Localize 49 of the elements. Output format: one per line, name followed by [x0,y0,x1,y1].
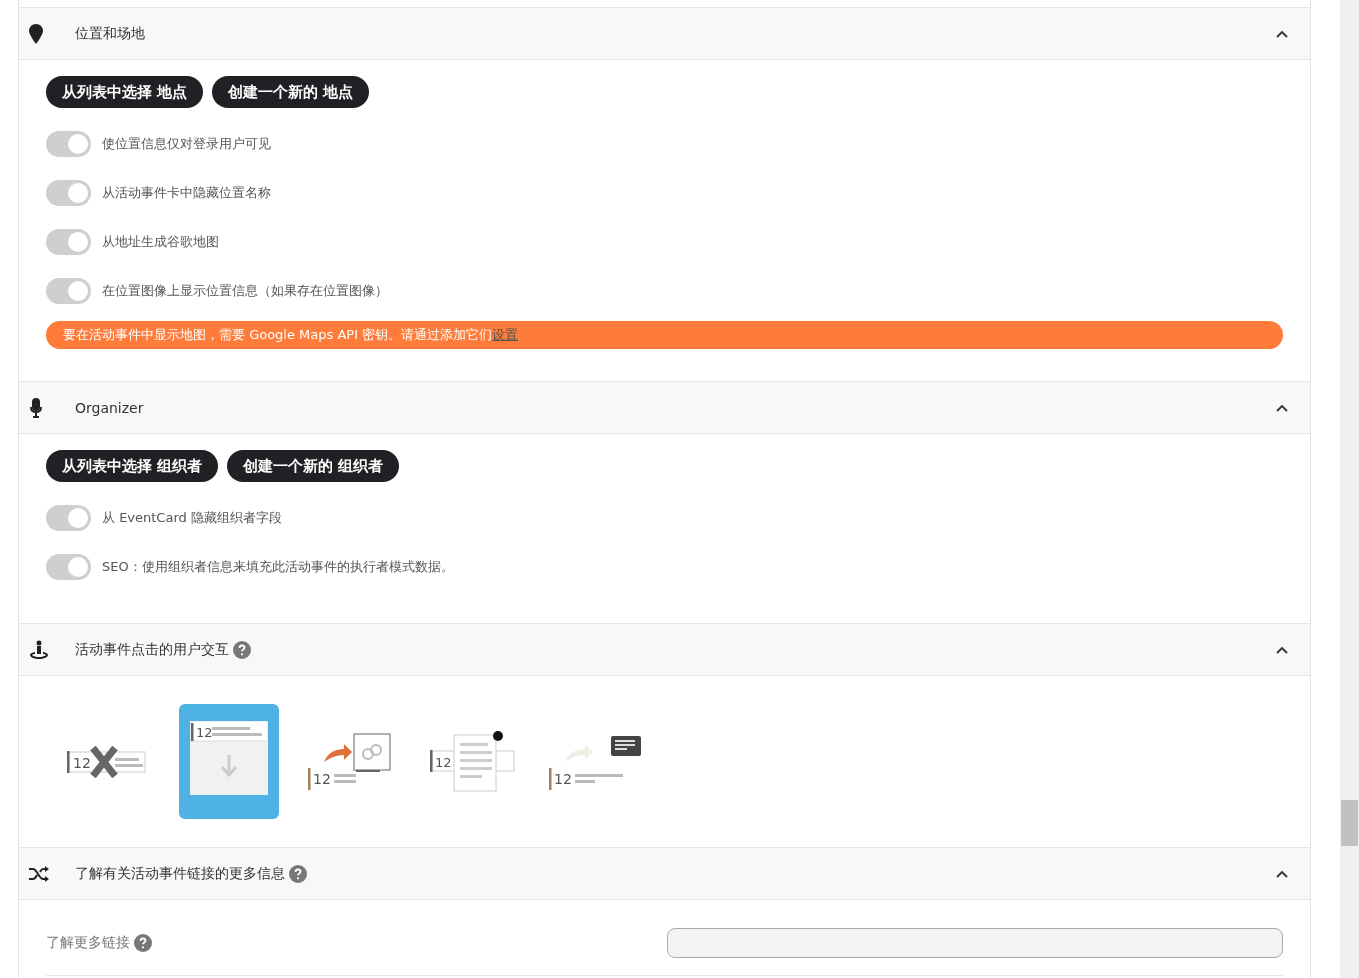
toggle-switch[interactable] [46,179,91,206]
section-title: 位置和场地 [75,24,145,43]
section-header[interactable]: Organizer [19,382,1311,434]
toggle-label: 从地址生成谷歌地图 [102,232,219,251]
toggle-label: SEO：使用组织者信息来填充此活动事件的执行者模式数据。 [102,557,454,576]
toggle-switch[interactable] [46,504,91,531]
section-header[interactable]: 了解有关活动事件链接的更多信息 [19,848,1311,900]
collapse-icon[interactable] [1276,403,1289,412]
interaction-option[interactable]: 12 [545,704,645,819]
toggle-label: 从 EventCard 隐藏组织者字段 [102,508,282,527]
toggle-label: 使位置信息仅对登录用户可见 [102,134,271,153]
location-button[interactable]: 创建一个新的 地点 [212,76,370,108]
location-button[interactable]: 创建一个新的 组织者 [227,450,400,482]
section-title: 活动事件点击的用户交互 [75,640,229,659]
popup-drawing: 12 [430,730,516,793]
section-title: 了解有关活动事件链接的更多信息 [75,864,285,883]
link-input-field[interactable] [667,928,1284,958]
map-pin-icon [29,23,43,44]
person-icon [29,639,49,660]
interaction-option[interactable]: 12 [57,704,157,819]
section-title: Organizer [75,399,144,416]
microphone-icon [29,397,43,418]
toggle-switch[interactable] [46,228,91,255]
location-button[interactable]: 从列表中选择 组织者 [46,450,219,482]
notice-text: 要在活动事件中显示地图，需要 Google Maps API 密钥。请通过添加它们设置 [63,326,519,344]
help-icon[interactable] [134,934,152,952]
collapse-icon[interactable] [1276,869,1289,878]
toggle-switch[interactable] [46,130,91,157]
no-interaction-drawing: 12 [67,744,147,779]
toggle-label: 从活动事件卡中隐藏位置名称 [102,183,271,202]
collapse-icon[interactable] [1276,645,1289,654]
slide-down-drawing: 12 [190,720,268,795]
section-header[interactable]: 活动事件点击的用户交互 [19,624,1311,676]
toggle-label: 在位置图像上显示位置信息（如果存在位置图像） [102,281,388,300]
interaction-option[interactable]: 12 [301,704,401,819]
shuffle-icon [29,865,49,882]
collapse-icon[interactable] [1276,29,1289,38]
interaction-option[interactable]: 12 [179,704,279,819]
toggle-switch[interactable] [46,553,91,580]
event-page-drawing: 12 [549,731,641,792]
field-label: 了解更多链接 [46,934,130,952]
section-header[interactable]: 位置和场地 [19,8,1311,60]
toggle-switch[interactable] [46,277,91,304]
interaction-option[interactable]: 12 [423,704,523,819]
help-icon[interactable] [233,640,251,659]
external-link-drawing: 12 [308,731,394,792]
location-button[interactable]: 从列表中选择 地点 [46,76,204,108]
scrollbar-thumb[interactable] [1341,800,1359,846]
help-icon[interactable] [289,864,307,883]
